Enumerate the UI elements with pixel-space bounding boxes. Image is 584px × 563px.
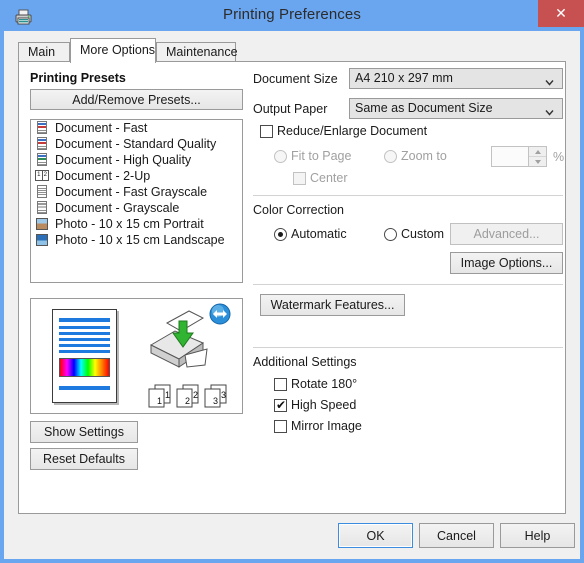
list-item[interactable]: Photo - 10 x 15 cm Portrait — [31, 216, 242, 232]
zoom-value-stepper[interactable] — [491, 146, 547, 167]
stepper-buttons[interactable] — [528, 147, 546, 166]
document-standard-icon — [35, 137, 49, 151]
tab-main[interactable]: Main — [18, 42, 70, 62]
list-item-label: Document - Standard Quality — [55, 137, 217, 151]
document-fast-grayscale-icon — [35, 185, 49, 199]
svg-text:1: 1 — [165, 390, 170, 400]
automatic-radio[interactable] — [274, 228, 287, 241]
reduce-enlarge-label: Reduce/Enlarge Document — [277, 124, 428, 138]
list-item[interactable]: Document - Grayscale — [31, 200, 242, 216]
dialog-client-area: Main More Options Maintenance Printing P… — [4, 31, 580, 559]
fit-to-page-label: Fit to Page — [291, 149, 352, 163]
show-settings-button[interactable]: Show Settings — [30, 421, 138, 443]
dialog-footer: OK Cancel Help — [4, 516, 580, 559]
high-speed-label: High Speed — [291, 398, 357, 412]
tab-more-options[interactable]: More Options — [70, 38, 156, 63]
reset-defaults-button[interactable]: Reset Defaults — [30, 448, 138, 470]
document-2up-icon: 12 — [35, 169, 49, 183]
printing-preferences-dialog: Printing Preferences ✕ Main More Options… — [0, 0, 584, 563]
percent-label: % — [553, 150, 565, 164]
zoom-to-radio[interactable] — [384, 150, 397, 163]
mirror-image-label: Mirror Image — [291, 419, 362, 433]
document-high-icon — [35, 153, 49, 167]
svg-text:3: 3 — [221, 390, 226, 400]
divider — [253, 284, 563, 285]
more-options-panel: Printing Presets Add/Remove Presets... D… — [18, 61, 566, 514]
stepper-down-icon[interactable] — [529, 156, 546, 166]
custom-radio[interactable] — [384, 228, 397, 241]
print-preview-panel: 11 22 33 — [30, 298, 243, 414]
additional-settings-label: Additional Settings — [253, 355, 357, 369]
document-size-select[interactable]: A4 210 x 297 mm — [349, 68, 563, 89]
svg-text:1: 1 — [157, 396, 162, 406]
title-bar: Printing Preferences ✕ — [4, 0, 584, 31]
help-button[interactable]: Help — [500, 523, 575, 548]
stepper-up-icon[interactable] — [529, 147, 546, 156]
list-item-label: Photo - 10 x 15 cm Landscape — [55, 233, 225, 247]
output-paper-value: Same as Document Size — [355, 101, 493, 115]
list-item[interactable]: Document - Fast Grayscale — [31, 184, 242, 200]
chevron-down-icon — [545, 74, 554, 86]
document-grayscale-icon — [35, 201, 49, 215]
ok-button[interactable]: OK — [338, 523, 413, 548]
printing-presets-heading: Printing Presets — [30, 71, 126, 85]
preview-page-stack: 11 22 33 — [147, 383, 231, 409]
divider — [253, 347, 563, 348]
list-item-label: Document - High Quality — [55, 153, 192, 167]
watermark-features-button[interactable]: Watermark Features... — [260, 294, 405, 316]
preview-page-thumbnail — [52, 309, 117, 403]
list-item-label: Document - 2-Up — [55, 169, 151, 183]
automatic-label: Automatic — [291, 227, 347, 241]
document-size-value: A4 210 x 297 mm — [355, 71, 453, 85]
list-item-label: Document - Fast Grayscale — [55, 185, 208, 199]
list-item[interactable]: Photo - 10 x 15 cm Landscape — [31, 232, 242, 248]
photo-portrait-icon — [35, 217, 49, 231]
rotate-180-label: Rotate 180° — [291, 377, 358, 391]
svg-text:2: 2 — [185, 396, 190, 406]
close-button[interactable]: ✕ — [538, 0, 584, 27]
list-item[interactable]: Document - High Quality — [31, 152, 242, 168]
window-title: Printing Preferences — [223, 6, 361, 23]
output-paper-label: Output Paper — [253, 102, 328, 116]
mirror-image-checkbox[interactable] — [274, 420, 287, 433]
svg-text:2: 2 — [193, 390, 198, 400]
high-speed-checkbox[interactable]: ✔ — [274, 399, 287, 412]
svg-text:3: 3 — [213, 396, 218, 406]
options-column: Document Size A4 210 x 297 mm Output Pap… — [253, 62, 565, 513]
photo-landscape-icon — [35, 233, 49, 247]
center-label: Center — [310, 171, 348, 185]
add-remove-presets-button[interactable]: Add/Remove Presets... — [30, 89, 243, 110]
divider — [253, 195, 563, 196]
duplex-badge-icon — [209, 303, 231, 325]
document-fast-icon — [35, 121, 49, 135]
chevron-down-icon — [545, 104, 554, 116]
list-item[interactable]: 12 Document - 2-Up — [31, 168, 242, 184]
document-size-label: Document Size — [253, 72, 338, 86]
fit-to-page-radio[interactable] — [274, 150, 287, 163]
image-options-button[interactable]: Image Options... — [450, 252, 563, 274]
list-item-label: Photo - 10 x 15 cm Portrait — [55, 217, 204, 231]
advanced-button[interactable]: Advanced... — [450, 223, 563, 245]
rotate-180-checkbox[interactable] — [274, 378, 287, 391]
color-spectrum-bar — [59, 358, 110, 377]
zoom-to-label: Zoom to — [401, 149, 447, 163]
output-paper-select[interactable]: Same as Document Size — [349, 98, 563, 119]
list-item[interactable]: Document - Standard Quality — [31, 136, 242, 152]
printer-illustration — [139, 307, 215, 373]
list-item-label: Document - Grayscale — [55, 201, 180, 215]
list-item-label: Document - Fast — [55, 121, 148, 135]
reduce-enlarge-checkbox[interactable] — [260, 125, 273, 138]
presets-list[interactable]: Document - Fast Document - Standard Qual… — [30, 119, 243, 283]
list-item[interactable]: Document - Fast — [31, 120, 242, 136]
tab-strip: Main More Options Maintenance — [18, 38, 566, 63]
center-checkbox[interactable] — [293, 172, 306, 185]
custom-label: Custom — [401, 227, 445, 241]
tab-maintenance[interactable]: Maintenance — [156, 42, 238, 62]
color-correction-label: Color Correction — [253, 203, 345, 217]
cancel-button[interactable]: Cancel — [419, 523, 494, 548]
